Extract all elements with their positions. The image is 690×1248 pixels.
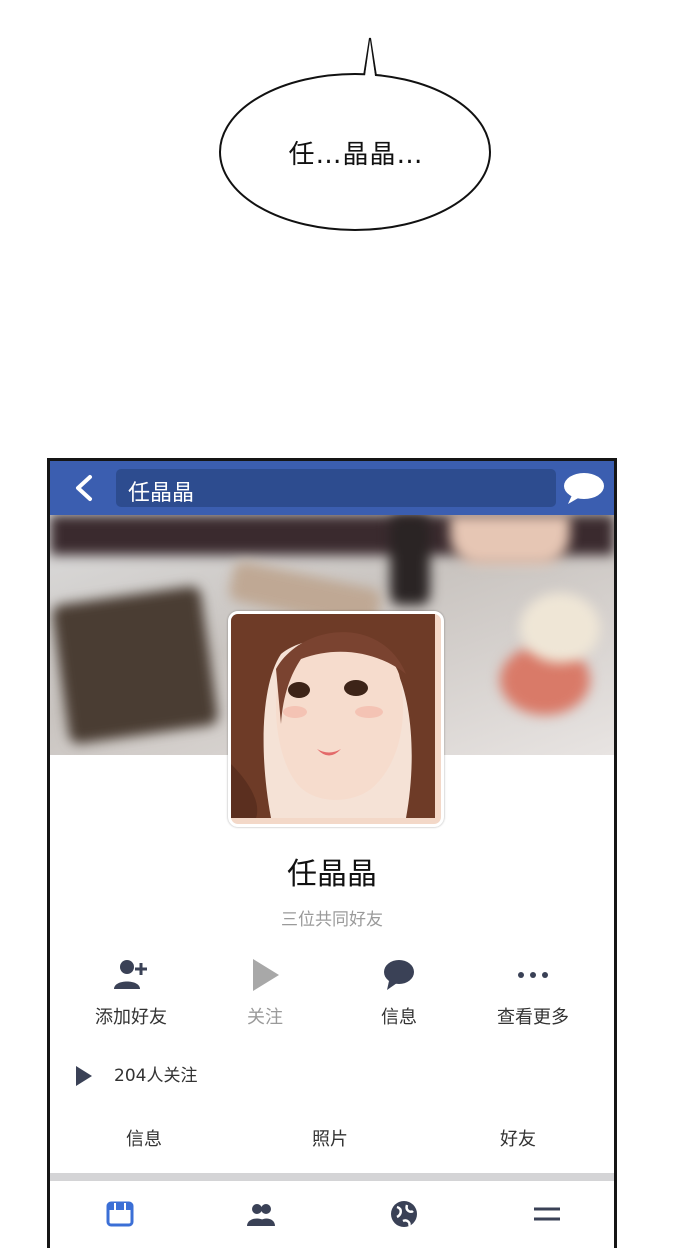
friends-icon[interactable] — [246, 1199, 276, 1229]
profile-actions: 添加好友 关注 信息 查看更多 — [64, 957, 600, 1037]
tab-info[interactable]: 信息 — [84, 1125, 204, 1151]
mutual-friends-text[interactable]: 三位共同好友 — [50, 905, 614, 930]
follow-button[interactable]: 关注 — [198, 957, 332, 1037]
divider — [50, 1173, 614, 1181]
play-icon — [76, 1066, 92, 1086]
profile-name: 任晶晶 — [287, 857, 377, 892]
speech-text: 任…晶晶… — [288, 140, 424, 170]
cover-blur-shape — [50, 585, 220, 745]
cover-blur-shape — [450, 515, 570, 565]
header-title: 任晶晶 — [128, 481, 195, 506]
chat-bubble-icon[interactable] — [562, 471, 606, 505]
back-arrow-icon[interactable] — [70, 473, 100, 503]
message-icon — [384, 960, 414, 990]
add-friend-button[interactable]: 添加好友 — [64, 957, 198, 1037]
avatar-portrait — [231, 614, 435, 818]
see-more-label: 查看更多 — [497, 1007, 569, 1028]
top-bar: 任晶晶 — [50, 461, 614, 515]
bottom-nav — [50, 1183, 614, 1248]
add-friend-label: 添加好友 — [95, 1007, 167, 1028]
add-friend-icon — [114, 960, 147, 989]
message-button[interactable]: 信息 — [332, 957, 466, 1037]
news-feed-icon[interactable] — [105, 1199, 135, 1229]
menu-icon[interactable] — [532, 1199, 562, 1229]
phone-screen: 任晶晶 任晶晶 三位共同好友 添加好友 关注 信息 查看更多 204人关注 信息… — [47, 458, 617, 1248]
follow-label: 关注 — [247, 1007, 283, 1028]
followers-count: 204人关注 — [114, 1066, 198, 1086]
message-label: 信息 — [381, 1007, 417, 1028]
cover-blur-shape — [520, 593, 600, 663]
tab-friends[interactable]: 好友 — [458, 1125, 578, 1151]
play-icon — [253, 959, 279, 991]
search-title-field[interactable]: 任晶晶 — [116, 469, 556, 507]
profile-tabs: 信息 照片 好友 — [50, 1125, 614, 1157]
see-more-button[interactable]: 查看更多 — [466, 957, 600, 1037]
more-icon — [518, 972, 548, 978]
speech-bubble: 任…晶晶… — [218, 36, 494, 236]
profile-avatar[interactable] — [228, 611, 444, 827]
globe-icon[interactable] — [389, 1199, 419, 1229]
cover-blur-shape — [390, 515, 430, 605]
tab-photos[interactable]: 照片 — [270, 1125, 390, 1151]
